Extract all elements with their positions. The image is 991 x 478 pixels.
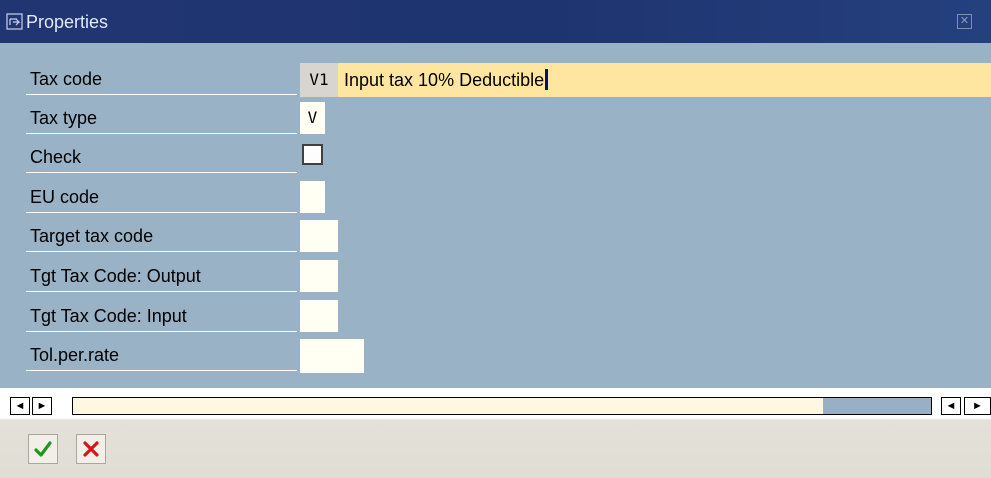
tax-code-label: Tax code bbox=[26, 63, 297, 95]
target-tax-code-label: Target tax code bbox=[26, 220, 297, 252]
scroll-right-icon-2[interactable]: ► bbox=[964, 397, 991, 415]
properties-dialog: Properties ✕ Tax code V1 Input tax 10% D… bbox=[0, 0, 991, 478]
tax-code-description: Input tax 10% Deductible bbox=[338, 63, 991, 97]
scrollbar-row: ◄ ► ◄ ► bbox=[0, 388, 991, 418]
tgt-tax-code-output-label: Tgt Tax Code: Output bbox=[26, 260, 297, 292]
checkmark-icon bbox=[34, 441, 52, 457]
tol-per-rate-field[interactable] bbox=[300, 339, 364, 373]
horizontal-scrollbar[interactable] bbox=[72, 397, 932, 415]
title-bar: Properties ✕ bbox=[0, 0, 991, 43]
eu-code-field[interactable] bbox=[300, 181, 325, 213]
tax-code-description-text: Input tax 10% Deductible bbox=[344, 70, 545, 90]
dialog-toolbar bbox=[0, 418, 991, 478]
cancel-x-icon bbox=[83, 441, 99, 457]
tgt-tax-code-input-field[interactable] bbox=[300, 300, 338, 332]
check-label: Check bbox=[26, 141, 297, 173]
tax-code-field[interactable]: V1 bbox=[300, 63, 338, 97]
scroll-right-icon[interactable]: ► bbox=[32, 397, 52, 415]
properties-icon bbox=[6, 13, 23, 30]
close-icon[interactable]: ✕ bbox=[957, 14, 972, 29]
tol-per-rate-label: Tol.per.rate bbox=[26, 339, 297, 371]
form-area: Tax code V1 Input tax 10% Deductible Tax… bbox=[0, 43, 991, 388]
text-cursor bbox=[545, 69, 549, 90]
scroll-left-icon[interactable]: ◄ bbox=[10, 397, 30, 415]
eu-code-label: EU code bbox=[26, 181, 297, 213]
cancel-button[interactable] bbox=[76, 434, 106, 464]
scrollbar-thumb[interactable] bbox=[823, 398, 931, 414]
tgt-tax-code-output-field[interactable] bbox=[300, 260, 338, 292]
tax-type-field[interactable]: V bbox=[300, 102, 325, 134]
tgt-tax-code-input-label: Tgt Tax Code: Input bbox=[26, 300, 297, 332]
scroll-left-icon-2[interactable]: ◄ bbox=[941, 397, 961, 415]
check-checkbox[interactable] bbox=[302, 144, 323, 165]
target-tax-code-field[interactable] bbox=[300, 220, 338, 252]
confirm-button[interactable] bbox=[28, 434, 58, 464]
tax-type-label: Tax type bbox=[26, 102, 297, 134]
dialog-title: Properties bbox=[26, 12, 109, 32]
